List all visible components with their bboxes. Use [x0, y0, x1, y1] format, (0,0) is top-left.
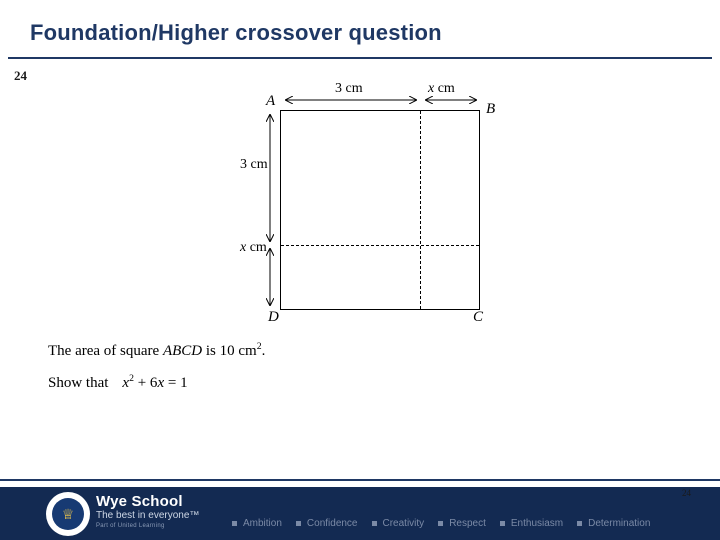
vertex-label-d: D	[268, 309, 279, 325]
square-bullet-icon	[438, 521, 444, 526]
value-item: Creativity	[371, 518, 425, 529]
geometry-figure: A B C D 3 cm x cm 3 cm x cm	[230, 81, 530, 335]
vertex-label-a: A	[266, 93, 276, 109]
statement-text-1: The area of square	[48, 343, 163, 359]
footer-divider	[0, 479, 720, 481]
dimension-label-left-3cm: 3 cm	[240, 157, 268, 172]
dimension-left-x-var: x	[240, 240, 247, 255]
statement-text-3: .	[261, 343, 266, 359]
equation-plus-six: + 6	[133, 375, 158, 391]
school-tagline: The best in everyone™	[96, 510, 200, 521]
page-number: 24	[682, 488, 691, 498]
square-bullet-icon	[295, 521, 301, 526]
square-bullet-icon	[577, 521, 583, 526]
statement-abcd: ABCD	[162, 343, 203, 359]
dimension-label-top-3cm: 3 cm	[335, 81, 363, 96]
value-item: Ambition	[232, 518, 282, 529]
statement-text-2: is 10 cm	[202, 343, 257, 359]
crest-icon: ♕	[52, 498, 84, 530]
value-label: Enthusiasm	[510, 518, 564, 529]
slide-root: Foundation/Higher crossover question 24	[0, 0, 720, 540]
value-label: Respect	[449, 518, 486, 529]
value-item: Enthusiasm	[499, 518, 564, 529]
question-statement: The area of square ABCD is 10 cm2.	[48, 341, 265, 360]
value-label: Ambition	[243, 518, 282, 529]
school-logo: ♕	[46, 492, 90, 536]
value-label: Creativity	[382, 518, 425, 529]
show-that-instruction: Show that x2 + 6x = 1	[48, 373, 188, 392]
vertex-label-c: C	[473, 309, 484, 325]
equation-equals: = 1	[164, 375, 188, 391]
school-subline: Part of United Learning	[96, 523, 165, 529]
title-divider	[8, 57, 712, 59]
vertex-label-b: B	[486, 101, 496, 117]
dimension-label-left-x: x cm	[240, 240, 267, 256]
value-label: Determination	[588, 518, 651, 529]
show-that-label: Show that	[48, 375, 109, 391]
dimension-label-top-x: x cm	[428, 81, 455, 97]
square-bullet-icon	[371, 521, 377, 526]
dimension-top-x-var: x	[428, 81, 435, 96]
value-item: Confidence	[295, 518, 358, 529]
value-item: Respect	[438, 518, 486, 529]
question-number: 24	[14, 68, 27, 83]
value-item: Determination	[577, 518, 650, 529]
school-values-list: Ambition Confidence Creativity Respect E…	[232, 518, 664, 529]
square-bullet-icon	[232, 521, 237, 526]
dimension-left-x-unit: cm	[249, 240, 267, 255]
dimension-top-x-unit: cm	[437, 81, 455, 96]
dimension-arrows	[230, 85, 530, 335]
page-title: Foundation/Higher crossover question	[30, 20, 442, 45]
value-label: Confidence	[306, 518, 358, 529]
square-bullet-icon	[499, 521, 505, 526]
school-name: Wye School	[96, 493, 183, 510]
